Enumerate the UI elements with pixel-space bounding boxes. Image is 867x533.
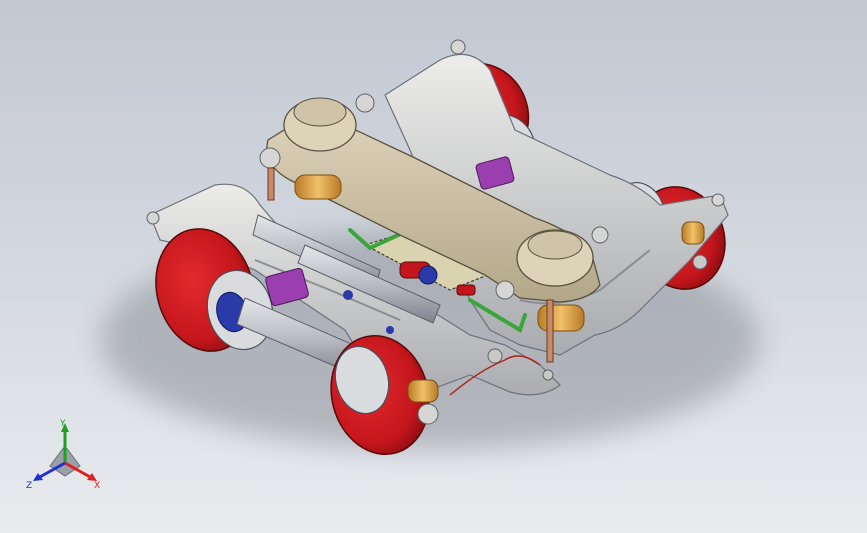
side-frame-left-pin	[146, 211, 160, 225]
air-spring	[294, 174, 342, 200]
side-frame-left-pin	[487, 348, 503, 364]
bolster-lug	[355, 93, 375, 113]
y-axis-label: Y	[59, 419, 66, 429]
brake-fitting	[386, 326, 394, 334]
damper-rod	[267, 167, 275, 201]
z-axis-label: Z	[26, 481, 32, 491]
side-frame-right-pin	[711, 193, 725, 207]
x-axis-label: X	[94, 481, 100, 491]
bogie-model[interactable]	[0, 0, 867, 533]
3d-viewport[interactable]: Y X Z	[0, 0, 867, 533]
bolster-lug	[495, 280, 515, 300]
side-frame-right-pin	[450, 39, 466, 55]
air-spring	[537, 304, 585, 332]
center-pivot-rear-top	[293, 97, 347, 127]
side-frame-left-pin	[542, 369, 554, 381]
brake-cylinder	[418, 265, 438, 285]
center-pivot-front-top	[527, 230, 583, 260]
damper-rod	[546, 299, 554, 363]
spring	[681, 221, 705, 245]
side-frame-right-pin	[692, 254, 708, 270]
bolster-lug	[259, 147, 281, 169]
spring	[407, 379, 439, 403]
brake-valve-small	[456, 284, 476, 296]
bolster-lug	[591, 226, 609, 244]
brake-fitting	[343, 290, 353, 300]
coordinate-triad: Y X Z	[26, 419, 100, 491]
spring-cap	[417, 403, 439, 425]
